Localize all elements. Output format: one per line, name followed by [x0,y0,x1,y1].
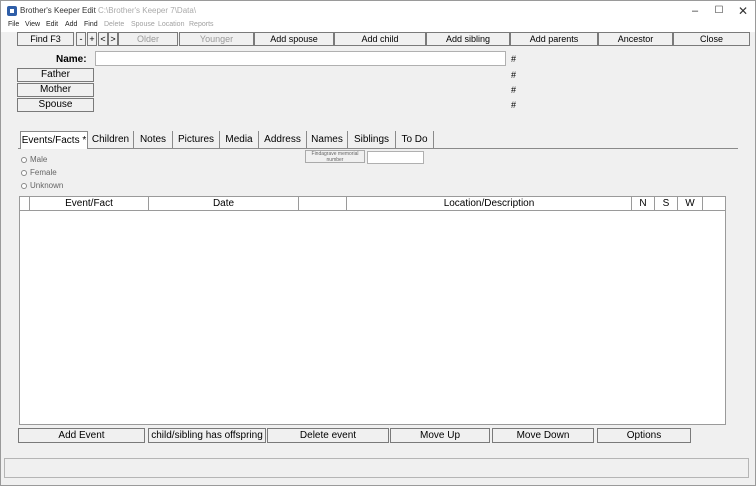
older-button[interactable]: Older [118,32,178,46]
menu-reports[interactable]: Reports [189,21,214,28]
tab-media[interactable]: Media [220,131,259,148]
radio-circle-icon [21,183,27,189]
column-header-location-description[interactable]: Location/Description [347,197,632,211]
toolbar: Find F3 - + < > Older Younger Add spouse… [1,32,755,46]
maximize-button[interactable]: ☐ [708,3,730,19]
plus-button[interactable]: + [87,32,97,46]
menu-bar: File View Edit Add Find Delete Spouse Lo… [1,20,755,32]
menu-location[interactable]: Location [158,21,184,28]
mother-button[interactable]: Mother [17,83,94,97]
name-label: Name: [56,54,87,65]
female-label: Female [30,168,57,177]
column-header-selector[interactable] [20,197,30,211]
add-child-button[interactable]: Add child [334,32,426,46]
move-up-button[interactable]: Move Up [390,428,490,443]
male-label: Male [30,155,48,164]
unknown-radio[interactable]: Unknown [21,181,63,190]
next-button[interactable]: > [108,32,118,46]
move-down-button[interactable]: Move Down [492,428,594,443]
tab-pictures[interactable]: Pictures [173,131,220,148]
mother-record-number: # [511,85,517,95]
name-record-number: # [511,54,517,64]
female-radio[interactable]: Female [21,168,57,177]
younger-button[interactable]: Younger [179,32,254,46]
menu-view[interactable]: View [25,21,40,28]
find-button[interactable]: Find F3 [17,32,74,46]
close-button[interactable]: Close [673,32,750,46]
findagrave-memorial-button[interactable]: Findagrave memorial number [305,150,365,163]
offspring-button[interactable]: child/sibling has offspring [148,428,266,443]
title-bar: Brother's Keeper Edit C:\Brother's Keepe… [1,1,755,21]
spouse-record-number: # [511,100,517,110]
add-event-button[interactable]: Add Event [18,428,145,443]
menu-delete[interactable]: Delete [104,21,124,28]
memorial-number-field[interactable] [367,151,424,164]
grid-header: Event/Fact Date Location/Description N S… [20,197,725,211]
app-icon [7,6,17,16]
status-bar [4,458,749,478]
tab-address[interactable]: Address [259,131,307,148]
male-radio[interactable]: Male [21,155,47,164]
column-header-blank[interactable] [299,197,347,211]
column-header-date[interactable]: Date [149,197,299,211]
tab-notes[interactable]: Notes [134,131,173,148]
previous-button[interactable]: < [98,32,108,46]
menu-find[interactable]: Find [84,21,98,28]
options-button[interactable]: Options [597,428,691,443]
window-title-path: C:\Brother's Keeper 7\Data\ [98,6,197,15]
father-button[interactable]: Father [17,68,94,82]
column-header-w[interactable]: W [678,197,703,211]
name-field[interactable] [95,51,506,66]
ancestor-button[interactable]: Ancestor [598,32,673,46]
radio-circle-icon [21,157,27,163]
add-parents-button[interactable]: Add parents [510,32,598,46]
tab-to-do[interactable]: To Do [396,131,434,148]
radio-circle-icon [21,170,27,176]
menu-add[interactable]: Add [65,21,77,28]
editor-window: Brother's Keeper Edit C:\Brother's Keepe… [0,0,756,486]
menu-spouse[interactable]: Spouse [131,21,155,28]
unknown-label: Unknown [30,181,64,190]
tab-siblings[interactable]: Siblings [348,131,396,148]
minimize-button[interactable]: – [684,3,706,19]
delete-event-button[interactable]: Delete event [267,428,389,443]
column-header-event-fact[interactable]: Event/Fact [30,197,149,211]
window-close-button[interactable]: ✕ [732,3,754,19]
window-title: Brother's Keeper Edit C:\Brother's Keepe… [20,6,196,15]
add-spouse-button[interactable]: Add spouse [254,32,334,46]
column-header-s[interactable]: S [655,197,678,211]
tab-children[interactable]: Children [88,131,134,148]
menu-file[interactable]: File [8,21,19,28]
tab-names[interactable]: Names [307,131,348,148]
tab-events-facts[interactable]: Events/Facts * [20,131,88,149]
events-grid[interactable]: Event/Fact Date Location/Description N S… [19,196,726,425]
minus-button[interactable]: - [76,32,86,46]
father-record-number: # [511,70,517,80]
window-title-main: Brother's Keeper Edit [20,6,96,15]
column-header-n[interactable]: N [632,197,655,211]
menu-edit[interactable]: Edit [46,21,58,28]
add-sibling-button[interactable]: Add sibling [426,32,510,46]
spouse-button[interactable]: Spouse [17,98,94,112]
